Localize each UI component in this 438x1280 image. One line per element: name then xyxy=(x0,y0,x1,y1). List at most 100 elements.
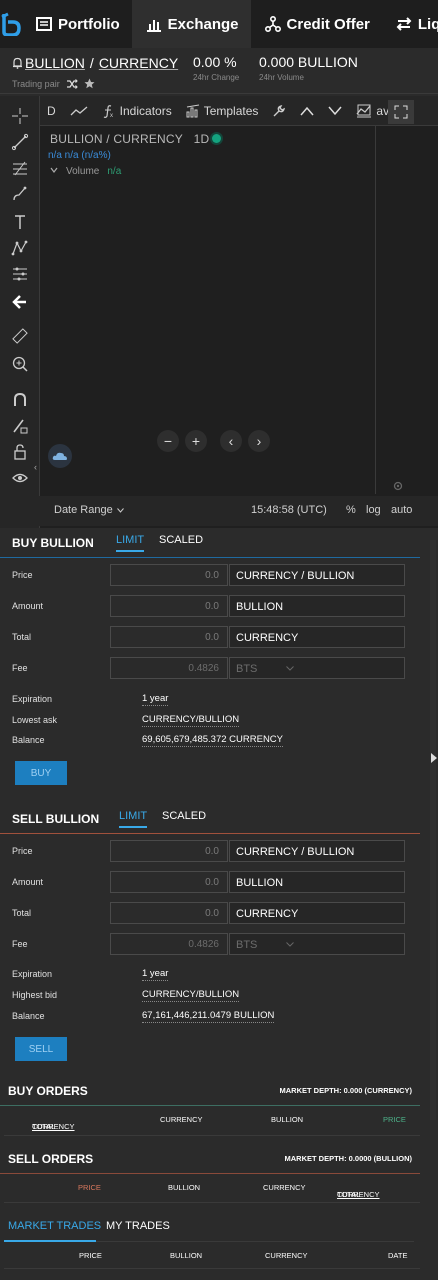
crosshair-icon[interactable] xyxy=(10,106,30,126)
buy-tab-limit[interactable]: LIMIT xyxy=(116,534,145,552)
interval-selector[interactable]: D xyxy=(40,96,63,126)
buy-button[interactable]: BUY xyxy=(15,761,67,785)
text-tool-icon[interactable] xyxy=(10,212,30,232)
fib-tool-icon[interactable] xyxy=(10,158,30,178)
tab-my-trades[interactable]: MY TRADES xyxy=(106,1220,170,1238)
bitshares-logo-icon xyxy=(1,12,21,36)
zoom-in-button[interactable]: + xyxy=(185,430,207,452)
wrench-icon xyxy=(273,104,286,116)
sell-col-price[interactable]: PRICE xyxy=(78,1183,101,1192)
tradingview-logo[interactable] xyxy=(48,444,72,468)
nav-tab-label: Liquidity xyxy=(417,15,438,33)
chart-interval-label: 1D xyxy=(193,132,210,146)
buy-lowest-ask-label: Lowest ask xyxy=(12,715,58,725)
buy-amount-input[interactable]: 0.0 xyxy=(110,595,228,617)
buy-col-currency[interactable]: CURRENCY xyxy=(160,1115,203,1124)
sell-balance-value[interactable]: 67,161,446,211.0479 BULLION xyxy=(142,1010,275,1023)
collapse-toolbar-arrow[interactable]: ‹ xyxy=(34,462,37,472)
trend-line-icon[interactable] xyxy=(10,132,30,152)
pattern-tool-icon[interactable] xyxy=(10,238,30,258)
zoom-out-button[interactable]: − xyxy=(157,430,179,452)
pair-header: BULLION / CURRENCY Trading pair 0.00 % 2… xyxy=(0,48,438,94)
star-icon[interactable] xyxy=(84,78,95,89)
scroll-arrow[interactable] xyxy=(429,752,438,764)
settings-wrench-button[interactable] xyxy=(265,96,293,126)
ruler-icon[interactable] xyxy=(10,326,30,346)
eye-icon[interactable] xyxy=(10,468,30,488)
nav-tab-credit-offer[interactable]: Credit Offer xyxy=(251,0,382,48)
magnet-icon[interactable] xyxy=(10,390,30,410)
sell-col-currency[interactable]: CURRENCY xyxy=(263,1183,306,1192)
sell-button[interactable]: SELL xyxy=(15,1037,67,1061)
buy-tab-scaled[interactable]: SCALED xyxy=(159,534,203,550)
chart-settings-button[interactable] xyxy=(392,479,404,497)
trades-col-bullion[interactable]: BULLION xyxy=(170,1251,202,1260)
sell-highest-bid-value[interactable]: CURRENCY/BULLION xyxy=(142,989,240,1002)
trades-col-price[interactable]: PRICE xyxy=(79,1251,102,1260)
back-arrow-icon[interactable] xyxy=(10,292,30,312)
sell-expiration-select[interactable]: 1 year xyxy=(142,968,169,981)
nav-tab-portfolio[interactable]: Portfolio xyxy=(22,0,132,48)
bell-icon xyxy=(13,57,22,69)
chart-style-button[interactable] xyxy=(63,96,95,126)
fullscreen-icon xyxy=(394,105,408,119)
buy-expiration-select[interactable]: 1 year xyxy=(142,693,169,706)
lock-icon[interactable] xyxy=(10,442,30,462)
chart-plot-area[interactable]: BULLION / CURRENCY 1D n/a n/a (n/a%) Vol… xyxy=(34,126,376,494)
buy-price-input[interactable]: 0.0 xyxy=(110,564,228,586)
change-value: 0.00 % xyxy=(193,54,237,70)
chevron-down-icon xyxy=(286,666,294,671)
templates-button[interactable]: Templates xyxy=(179,96,266,126)
scroll-right-button[interactable]: › xyxy=(248,430,270,452)
zoom-in-icon[interactable] xyxy=(10,354,30,374)
sell-col-bullion[interactable]: BULLION xyxy=(168,1183,200,1192)
percent-toggle[interactable]: % xyxy=(346,504,356,516)
collapse-chevron-icon[interactable] xyxy=(50,166,58,174)
buy-total-input[interactable]: 0.0 xyxy=(110,626,228,648)
sell-fee-asset-select[interactable]: BTS xyxy=(229,933,405,955)
brush-icon[interactable] xyxy=(10,184,30,204)
app-logo[interactable] xyxy=(0,0,22,48)
sell-tab-limit[interactable]: LIMIT xyxy=(119,810,148,828)
scroll-left-button[interactable]: ‹ xyxy=(220,430,242,452)
buy-balance-label: Balance xyxy=(12,735,45,745)
prediction-tool-icon[interactable] xyxy=(10,264,30,284)
tab-market-trades[interactable]: MARKET TRADES xyxy=(8,1220,101,1238)
sell-total-input[interactable]: 0.0 xyxy=(110,902,228,924)
buy-lowest-ask-value[interactable]: CURRENCY/BULLION xyxy=(142,714,240,727)
chart-clock: 15:48:58 (UTC) xyxy=(251,504,327,516)
sell-total-unit: CURRENCY xyxy=(229,902,405,924)
trades-col-date[interactable]: DATE xyxy=(388,1251,407,1260)
log-toggle[interactable]: log xyxy=(366,504,381,516)
price-axis[interactable] xyxy=(376,126,438,494)
indicators-button[interactable]: x Indicators xyxy=(95,96,179,126)
gear-icon xyxy=(393,481,403,491)
sell-amount-input[interactable]: 0.0 xyxy=(110,871,228,893)
sell-orders-header: SELL ORDERS MARKET DEPTH: 0.0000 (BULLIO… xyxy=(0,1140,438,1174)
sell-balance-label: Balance xyxy=(12,1011,45,1021)
buy-col-bullion[interactable]: BULLION xyxy=(271,1115,303,1124)
sell-orders-divider xyxy=(0,1173,420,1174)
date-range-button[interactable]: Date Range xyxy=(54,504,124,516)
buy-balance-value[interactable]: 69,605,679,485.372 CURRENCY xyxy=(142,734,284,747)
trading-pair[interactable]: BULLION / CURRENCY xyxy=(12,55,178,71)
sell-form-header: SELL BULLION LIMIT SCALED xyxy=(0,804,438,834)
lock-drawing-icon[interactable] xyxy=(10,416,30,436)
indicators-label: Indicators xyxy=(119,103,172,118)
shuffle-icon[interactable] xyxy=(66,78,78,89)
scroll-down-button[interactable] xyxy=(321,96,349,126)
nav-tab-exchange[interactable]: Exchange xyxy=(131,0,251,48)
auto-toggle[interactable]: auto xyxy=(391,504,412,516)
sell-price-input[interactable]: 0.0 xyxy=(110,840,228,862)
scroll-up-button[interactable] xyxy=(293,96,321,126)
exchange-icon xyxy=(146,20,161,32)
fullscreen-button[interactable] xyxy=(388,100,414,124)
pair-quote[interactable]: CURRENCY xyxy=(99,55,178,71)
sell-tab-scaled[interactable]: SCALED xyxy=(162,810,206,826)
buy-col-price[interactable]: PRICE xyxy=(383,1115,406,1124)
trades-col-currency[interactable]: CURRENCY xyxy=(265,1251,308,1260)
pair-base[interactable]: BULLION xyxy=(25,55,85,71)
nav-tab-liquidity[interactable]: Liquidity xyxy=(382,0,438,48)
buy-fee-asset-select[interactable]: BTS xyxy=(229,657,405,679)
pair-separator: / xyxy=(89,55,94,71)
